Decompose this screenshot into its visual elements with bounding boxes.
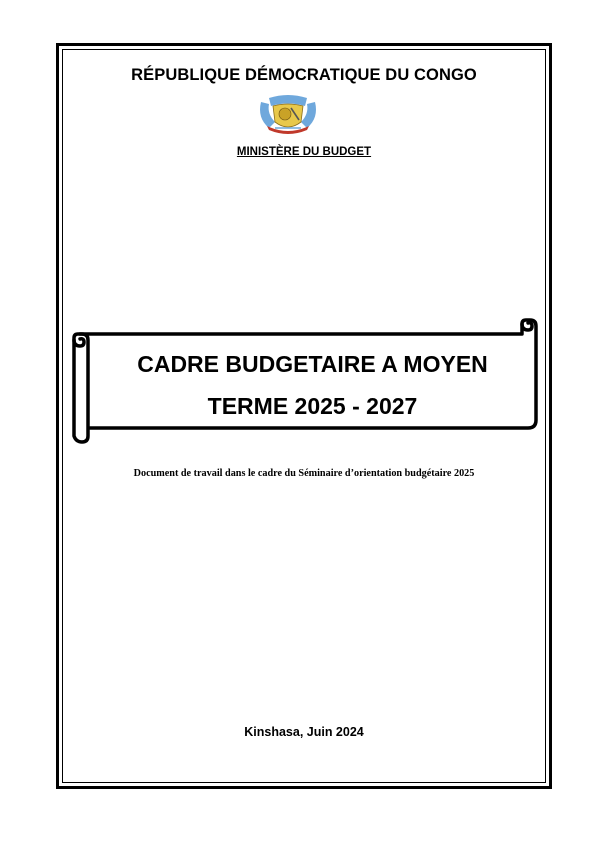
ministry-heading: MINISTÈRE DU BUDGET xyxy=(62,146,546,158)
ministry-label: MINISTÈRE DU BUDGET xyxy=(236,146,372,158)
document-title: CADRE BUDGETAIRE A MOYEN TERME 2025 - 20… xyxy=(95,343,530,427)
document-subtitle: Document de travail dans le cadre du Sém… xyxy=(133,468,475,479)
place-and-date: Kinshasa, Juin 2024 xyxy=(244,725,364,739)
country-heading: RÉPUBLIQUE DÉMOCRATIQUE DU CONGO xyxy=(131,66,477,84)
title-line-1: CADRE BUDGETAIRE A MOYEN xyxy=(137,351,488,377)
coat-of-arms-icon xyxy=(260,95,316,134)
title-line-2: TERME 2025 - 2027 xyxy=(207,393,418,419)
